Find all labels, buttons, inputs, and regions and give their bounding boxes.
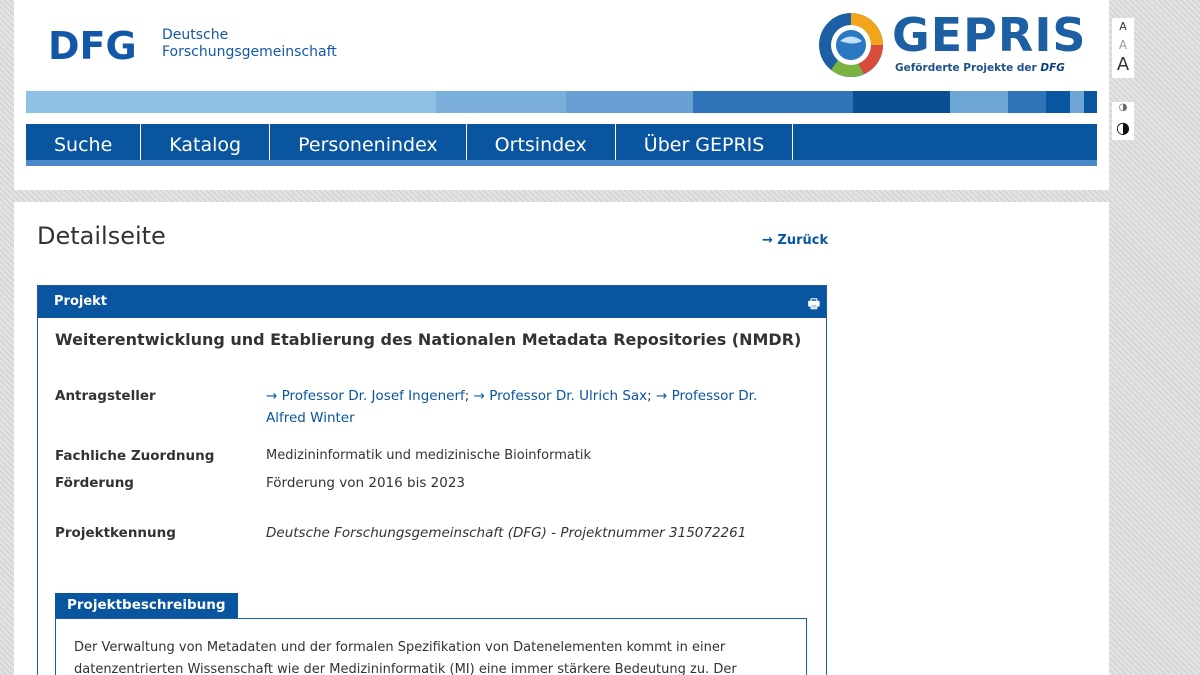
funding-value: Förderung von 2016 bis 2023 [266, 475, 465, 491]
svg-text:DFG: DFG [48, 26, 137, 62]
printer-icon[interactable]: 🖶 [808, 289, 820, 321]
stripe-segment [436, 91, 566, 113]
description-tab[interactable]: Projektbeschreibung [55, 593, 238, 618]
applicants-label: Antragsteller [55, 388, 156, 404]
dfg-name-line2: Forschungsgemeinschaft [162, 44, 337, 60]
font-size-medium-button[interactable]: A [1112, 36, 1134, 54]
stripe-segment [693, 91, 853, 113]
nav-item-ortsindex[interactable]: Ortsindex [467, 124, 616, 160]
subject-label: Fachliche Zuordnung [55, 448, 215, 464]
applicant-link[interactable]: → Professor Dr. Josef Ingenerf [266, 388, 465, 404]
project-box: Projekt 🖶 Weiterentwicklung und Etablier… [37, 285, 827, 675]
stripe-segment [1008, 91, 1046, 113]
site-header: DFG Deutsche Forschungsgemeinschaft GEPR… [14, 0, 1109, 190]
stripe-segment [26, 91, 436, 113]
nav-item-katalog[interactable]: Katalog [141, 124, 271, 160]
applicant-link[interactable]: → Professor Dr. Ulrich Sax [474, 388, 648, 404]
stripe-segment [1046, 91, 1070, 113]
dfg-name-line1: Deutsche [162, 27, 229, 43]
applicants-list: → Professor Dr. Josef Ingenerf; → Profes… [266, 388, 758, 426]
stripe-segment [566, 91, 693, 113]
dfg-logo[interactable]: DFG [48, 26, 148, 62]
font-size-large-button[interactable]: A [1112, 54, 1134, 78]
gepris-globe-icon [819, 13, 883, 77]
contrast-normal-icon[interactable]: ◑ [1112, 102, 1134, 118]
nav-item-suche[interactable]: Suche [26, 124, 142, 160]
nav-item-personenindex[interactable]: Personenindex [270, 124, 467, 160]
project-id-value: Deutsche Forschungsgemeinschaft (DFG) - … [266, 525, 747, 541]
stripe-segment [1084, 91, 1097, 113]
font-size-small-button[interactable]: A [1112, 18, 1134, 36]
nav-item-ueber-gepris[interactable]: Über GEPRIS [616, 124, 794, 160]
project-title: Weiterentwicklung und Etablierung des Na… [55, 330, 802, 349]
dfg-organization-name: Deutsche Forschungsgemeinschaft [162, 27, 337, 61]
page-title: Detailseite [37, 222, 166, 250]
project-section-label: Projekt [54, 294, 108, 309]
gepris-wordmark: GEPRIS [892, 8, 1087, 62]
gepris-tagline: Geförderte Projekte der DFG [895, 62, 1065, 74]
funding-label: Förderung [55, 475, 134, 491]
decorative-color-stripe [26, 91, 1097, 113]
back-link[interactable]: → Zurück [762, 233, 828, 248]
contrast-high-icon[interactable]: ◑ [1112, 118, 1134, 140]
stripe-segment [853, 91, 950, 113]
description-text: Der Verwaltung von Metadaten und der for… [55, 618, 807, 675]
content-panel: Detailseite → Zurück Projekt 🖶 Weiterent… [14, 202, 1109, 675]
stripe-segment [1070, 91, 1084, 113]
subject-value: Medizininformatik und medizinische Bioin… [266, 448, 592, 463]
accessibility-tools: A A A ◑ ◑ [1112, 18, 1134, 140]
project-header: Projekt 🖶 [38, 286, 826, 318]
project-id-label: Projektkennung [55, 525, 176, 541]
main-navigation: Suche Katalog Personenindex Ortsindex Üb… [26, 124, 1097, 166]
stripe-segment [950, 91, 1008, 113]
